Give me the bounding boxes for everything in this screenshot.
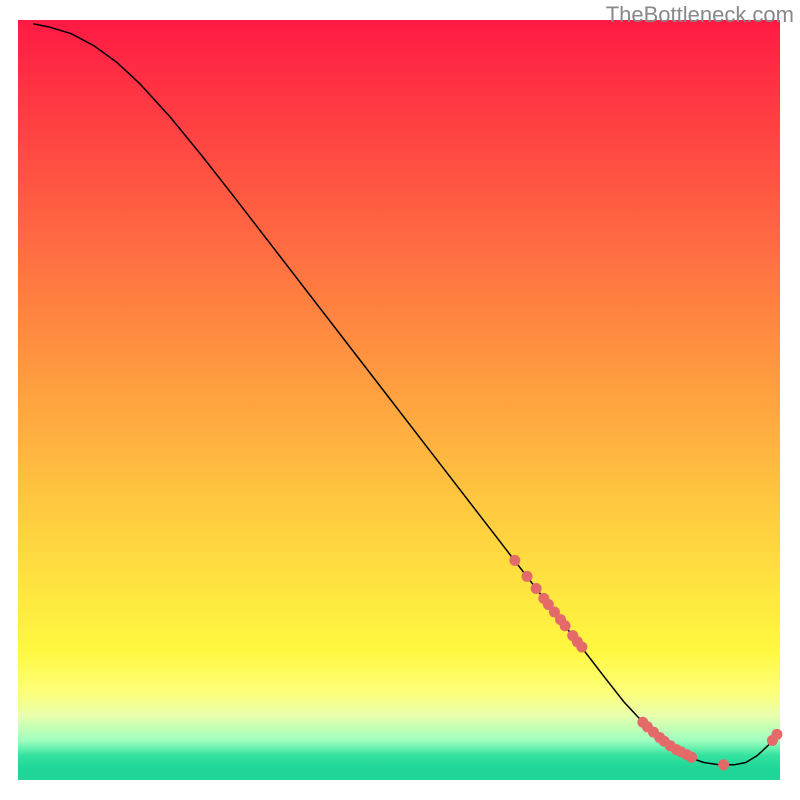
chart-background [18, 20, 780, 780]
marker-point [718, 759, 729, 770]
marker-point [576, 642, 587, 653]
marker-point [686, 752, 697, 763]
marker-point [771, 729, 782, 740]
watermark-label: TheBottleneck.com [606, 2, 794, 28]
marker-point [522, 571, 533, 582]
marker-point [531, 583, 542, 594]
plot-area [18, 20, 782, 780]
marker-point [560, 620, 571, 631]
marker-point [509, 555, 520, 566]
chart-container: TheBottleneck.com [0, 0, 800, 800]
bottleneck-chart [0, 0, 800, 800]
